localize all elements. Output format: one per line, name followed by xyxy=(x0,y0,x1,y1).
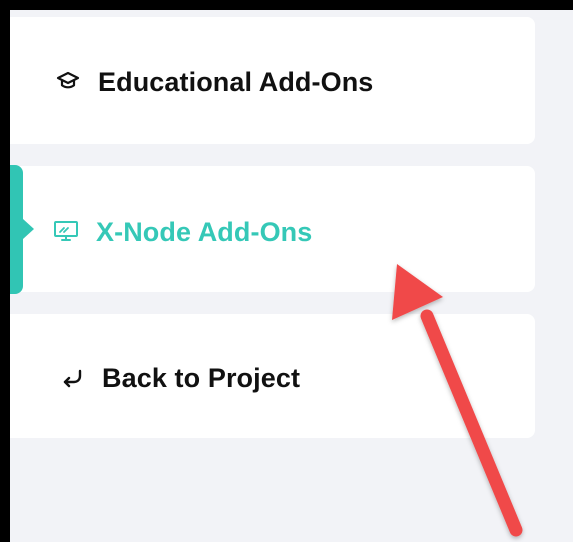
sidebar-item-label: X-Node Add-Ons xyxy=(96,216,313,247)
active-indicator xyxy=(10,165,23,294)
sidebar-item-label: Back to Project xyxy=(102,362,301,393)
x-node-add-ons-link[interactable]: X-Node Add-Ons xyxy=(48,214,312,250)
educational-add-ons-link[interactable]: Educational Add-Ons xyxy=(50,64,373,100)
return-arrow-icon xyxy=(54,360,90,396)
monitor-icon xyxy=(48,214,84,250)
active-indicator-arrow xyxy=(23,219,34,239)
back-to-project-link[interactable]: Back to Project xyxy=(54,360,300,396)
graduation-cap-icon xyxy=(50,64,86,100)
sidebar-item-label: Educational Add-Ons xyxy=(98,66,374,97)
sidebar-panel: Educational Add-Ons X-Node Add-Ons Back … xyxy=(10,10,573,542)
